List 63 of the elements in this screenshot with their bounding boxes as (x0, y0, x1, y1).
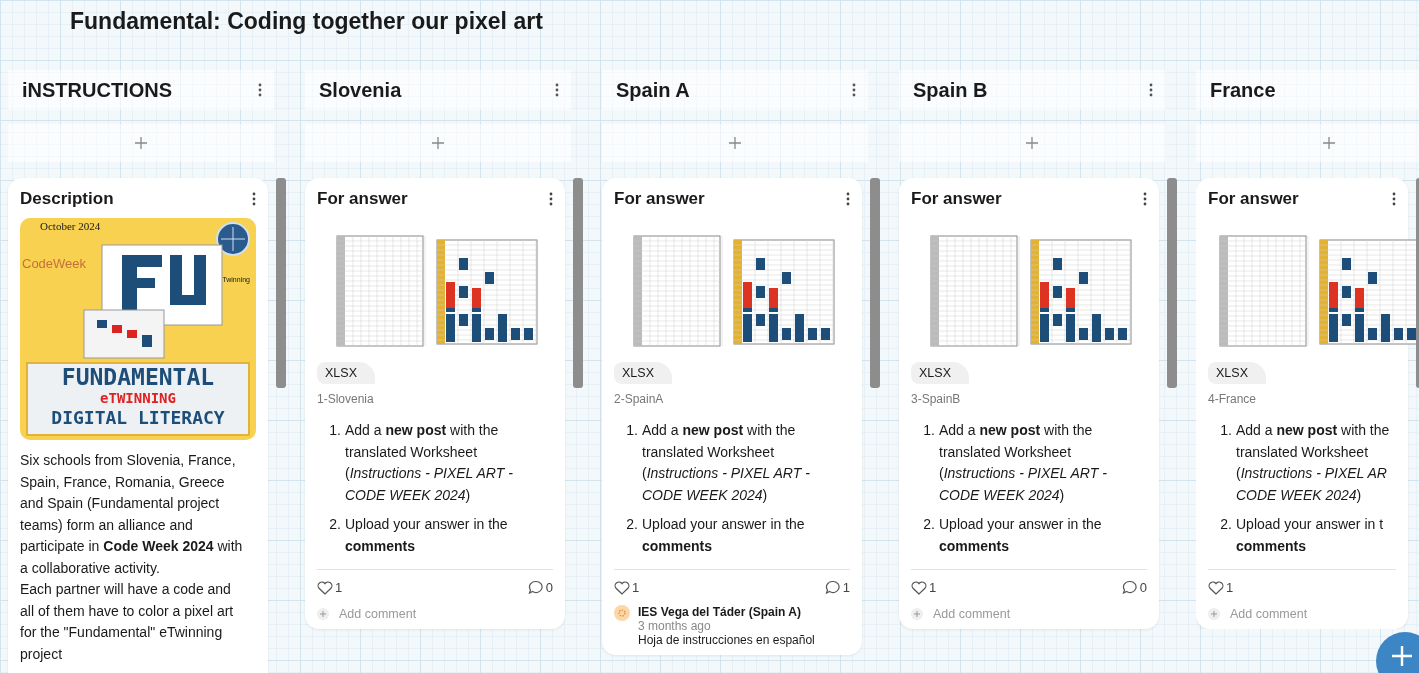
attachment-tag[interactable]: XLSX (1208, 362, 1266, 384)
instruction-step: Upload your answer in the comments (345, 514, 553, 557)
column-title: France (1210, 78, 1276, 102)
instruction-step: Upload your answer in the comments (642, 514, 850, 557)
post-title: For answer (1208, 189, 1299, 209)
more-options-icon[interactable] (1392, 192, 1396, 206)
more-options-icon[interactable] (1143, 192, 1147, 206)
plus-icon (1025, 136, 1039, 150)
attachment-tag[interactable]: XLSX (614, 362, 672, 384)
more-options-icon[interactable] (252, 192, 256, 206)
more-options-icon[interactable] (846, 192, 850, 206)
column-title: Spain B (913, 78, 988, 102)
column-title: Spain A (616, 78, 690, 102)
step-number: 1. (625, 421, 638, 440)
plus-icon (728, 136, 742, 150)
more-options-icon[interactable] (549, 192, 553, 206)
attachment-caption: 3-SpainB (911, 392, 962, 406)
plus-icon (1322, 136, 1336, 150)
attachment-tag[interactable]: XLSX (911, 362, 969, 384)
post-body: Six schools from Slovenia, France, Spain, France, Romania, Greece and Spain (Fundamental project teams) form an alliance and participate in Code Week 2024 with a collaborative activity. Each partner will have a code and all of them have to color a pixel art for the "Fundamental" eTwinning project (20, 451, 244, 664)
poster-footer: DIGITAL LITERACY (51, 407, 225, 429)
avatar-icon (614, 605, 630, 621)
poster-date: October 2024 (40, 220, 101, 232)
step-number: 1. (328, 421, 341, 440)
step-number: 2. (625, 515, 638, 534)
instruction-step: Add a new post with the translated Worksheet (Instructions - PIXEL ART - CODE WEEK 2024) (642, 420, 850, 506)
post-title: Description (20, 189, 114, 209)
plus-icon (431, 136, 445, 150)
more-options-icon[interactable] (1149, 83, 1153, 97)
instruction-step: Upload your answer in the comments (939, 514, 1147, 557)
instruction-step: Add a new post with the translated Worksheet (Instructions - PIXEL ART - CODE WEEK 2024) (939, 420, 1147, 506)
comment-author: IES Vega del Táder (Spain A) (638, 605, 802, 619)
attachment-caption: 2-SpainA (614, 392, 665, 406)
step-number: 1. (1219, 421, 1232, 440)
poster-subline: eTWINNING (100, 390, 176, 407)
column-title: iNSTRUCTIONS (22, 78, 172, 102)
plus-icon (134, 136, 148, 150)
column-title: Slovenia (319, 78, 402, 102)
attachment-caption: 4-France (1208, 392, 1258, 406)
plus-icon (911, 608, 923, 620)
step-number: 2. (328, 515, 341, 534)
post-title: For answer (317, 189, 408, 209)
attachment-tag[interactable]: XLSX (317, 362, 375, 384)
poster-brand: CodeWeek (22, 256, 87, 271)
step-number: 2. (1219, 515, 1232, 534)
instruction-step: Upload your answer in t comments (1236, 514, 1396, 557)
post-title: For answer (614, 189, 705, 209)
comment-time: 3 months ago (638, 619, 712, 633)
step-number: 1. (922, 421, 935, 440)
comment-text: Hoja de instrucciones en español (638, 633, 815, 647)
step-number: 2. (922, 515, 935, 534)
plus-icon (317, 608, 329, 620)
attachment-caption: 1-Slovenia (317, 392, 375, 406)
more-options-icon[interactable] (555, 83, 559, 97)
plus-icon (1208, 608, 1220, 620)
post-title: For answer (911, 189, 1002, 209)
instruction-step: Add a new post with the translated Worksheet (Instructions - PIXEL AR CODE WEEK 2024) (1236, 420, 1396, 506)
more-options-icon[interactable] (852, 83, 856, 97)
more-options-icon[interactable] (258, 83, 262, 97)
board-title: Fundamental: Coding together our pixel art (69, 7, 544, 36)
poster-headline: FUNDAMENTAL (61, 364, 215, 390)
instruction-step: Add a new post with the translated Worksheet (Instructions - PIXEL ART - CODE WEEK 2024) (345, 420, 553, 506)
plus-icon (1390, 644, 1414, 668)
